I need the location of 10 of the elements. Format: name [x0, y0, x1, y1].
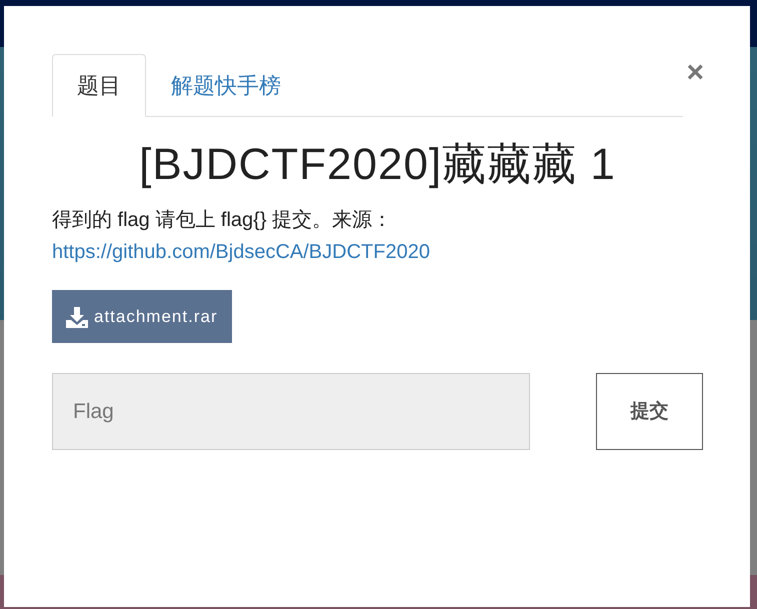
challenge-title: [BJDCTF2020]藏藏藏 1	[138, 139, 617, 191]
attachment-button[interactable]: attachment.rar	[52, 290, 232, 344]
close-button[interactable]: ×	[686, 58, 704, 88]
flag-input[interactable]: Flag	[52, 373, 530, 450]
download-icon	[66, 306, 88, 328]
tab[interactable]: 题目	[52, 54, 146, 117]
description-text: 得到的 flag 请包上 flag{} 提交。来源： https://github.com/BjdsecCA/BJDCTF2020	[52, 208, 431, 265]
submit-button[interactable]: 提交	[596, 373, 703, 450]
source-link[interactable]: https://github.com/BjdsecCA/BJDCTF2020	[52, 240, 430, 263]
tab[interactable]: 解题快手榜	[146, 54, 306, 117]
